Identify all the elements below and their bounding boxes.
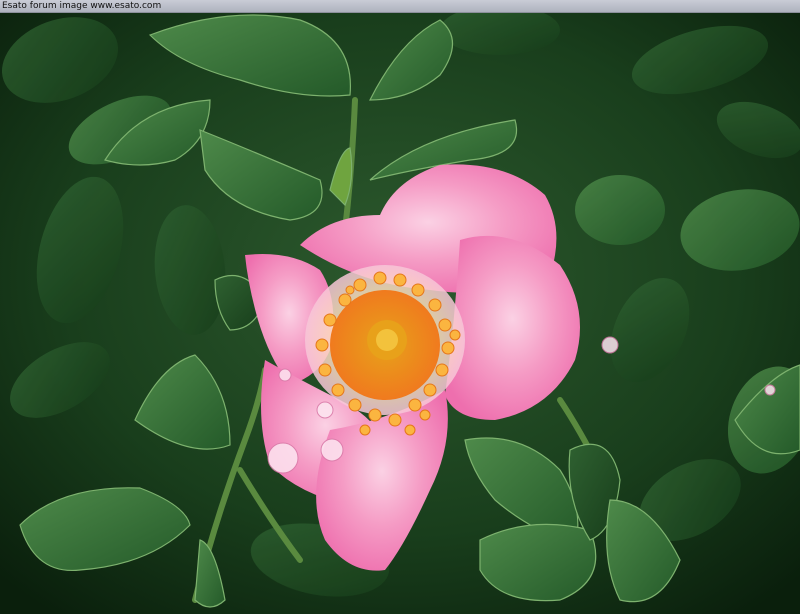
photo-scene — [0, 0, 800, 614]
photo: Esato forum image www.esato.com — [0, 0, 800, 614]
watermark-banner: Esato forum image www.esato.com — [0, 0, 800, 13]
watermark-text: Esato forum image www.esato.com — [2, 1, 162, 11]
